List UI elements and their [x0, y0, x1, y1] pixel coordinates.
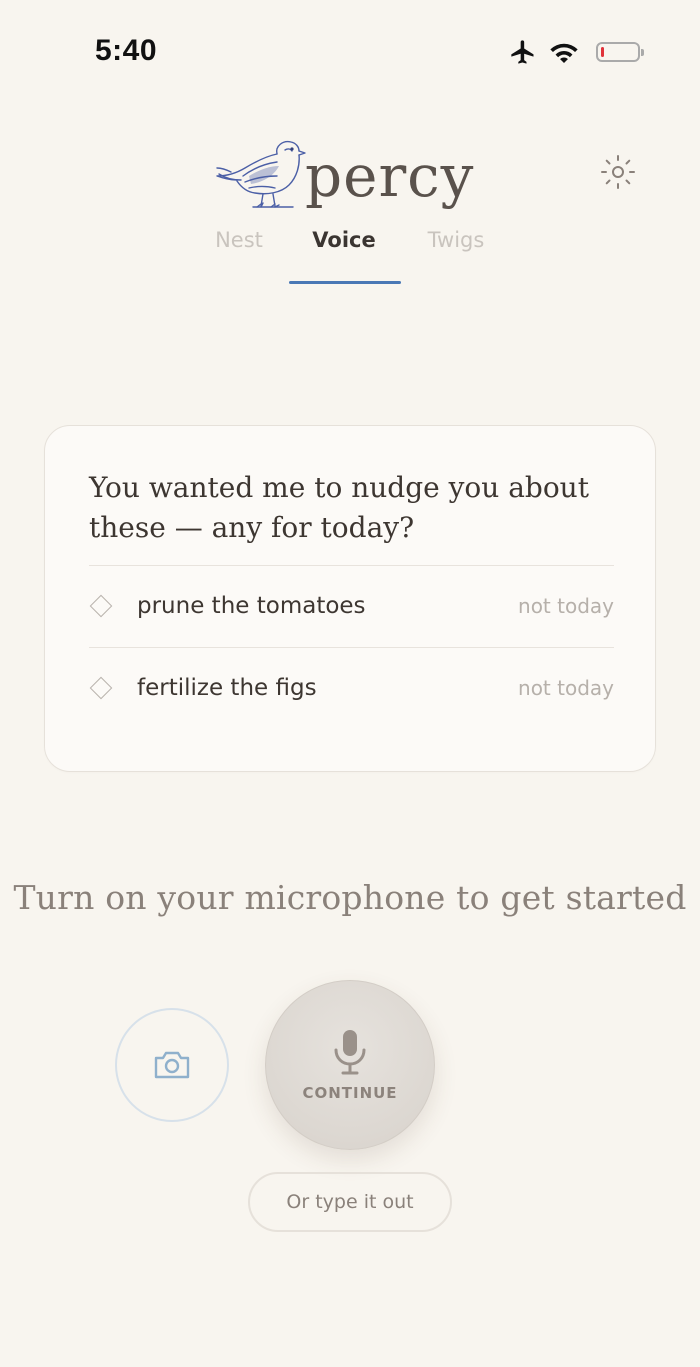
settings-button[interactable]	[596, 150, 640, 194]
tab-voice[interactable]: Voice	[288, 228, 400, 252]
diamond-checkbox-icon[interactable]	[89, 676, 113, 700]
status-time: 5:40	[95, 34, 158, 67]
nudge-item-label: fertilize the figs	[137, 675, 317, 701]
diamond-checkbox-icon[interactable]	[89, 594, 113, 618]
nudge-item-label: prune the tomatoes	[137, 593, 366, 619]
status-bar: 5:40	[0, 0, 700, 100]
continue-mic-button[interactable]: CONTINUE	[265, 980, 435, 1150]
status-icons	[508, 38, 644, 66]
bird-logo-icon	[216, 140, 306, 208]
microphone-icon	[334, 1030, 366, 1075]
continue-label: CONTINUE	[302, 1084, 398, 1102]
app-name: percy	[305, 142, 475, 210]
type-it-out-button[interactable]: Or type it out	[248, 1172, 452, 1232]
tab-twigs[interactable]: Twigs	[424, 228, 488, 252]
not-today-button[interactable]: not today	[518, 594, 614, 618]
airplane-icon	[511, 40, 534, 64]
app-logo: percy	[215, 130, 474, 212]
nudge-item: fertilize the figs not today	[89, 648, 614, 728]
nudge-card: You wanted me to nudge you about these —…	[44, 425, 656, 772]
tab-bar: Nest Voice Twigs	[0, 228, 700, 288]
battery-icon	[596, 42, 644, 62]
battery-level	[601, 47, 604, 57]
camera-button[interactable]	[115, 1008, 229, 1122]
active-tab-indicator	[289, 281, 401, 284]
wifi-icon	[550, 43, 578, 64]
nudge-question: You wanted me to nudge you about these —…	[89, 471, 589, 544]
header: percy	[0, 120, 700, 220]
tab-nest[interactable]: Nest	[213, 228, 265, 252]
settings-icon	[601, 155, 635, 189]
camera-icon	[154, 1051, 190, 1079]
mic-prompt: Turn on your microphone to get started	[13, 878, 687, 917]
nudge-item: prune the tomatoes not today	[89, 566, 614, 646]
not-today-button[interactable]: not today	[518, 676, 614, 700]
